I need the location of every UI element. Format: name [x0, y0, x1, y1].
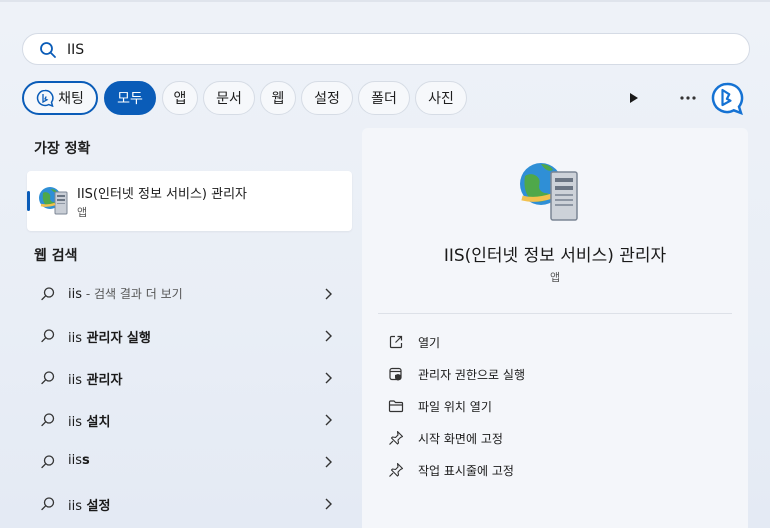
suggestion-text: 관리자 실행	[82, 331, 151, 346]
chat-filter-label: 채팅	[58, 91, 84, 107]
query-text: iis	[68, 453, 82, 468]
divider	[378, 313, 732, 314]
bing-chat-icon	[36, 89, 54, 107]
search-icon	[40, 42, 56, 58]
web-search-item-text: iis 설정	[68, 495, 110, 514]
detail-panel: IIS(인터넷 정보 서비스) 관리자 앱 열기 관리자 권한으로 실행 파일 …	[362, 128, 748, 528]
search-icon	[41, 371, 55, 385]
more-options-button[interactable]	[672, 85, 704, 111]
web-search-item[interactable]: iis - 검색 결과 더 보기	[22, 275, 352, 313]
apps-filter-label: 앱	[173, 91, 187, 107]
suggestion-text: 설정	[82, 499, 111, 514]
search-icon	[41, 329, 55, 343]
play-icon	[630, 93, 638, 103]
search-icon	[41, 455, 55, 469]
query-text: iis	[68, 499, 82, 514]
detail-type: 앱	[549, 271, 561, 284]
query-text: iis	[68, 287, 82, 302]
documents-filter-label: 문서	[216, 91, 242, 107]
pin-to-taskbar-label: 작업 표시줄에 고정	[418, 464, 514, 478]
pin-icon	[389, 462, 404, 477]
web-search-item[interactable]: iis 관리자 실행	[22, 317, 352, 355]
web-filter-label: 웹	[271, 91, 285, 107]
web-search-item-text: iis 설치	[68, 411, 110, 430]
chevron-right-icon	[325, 372, 332, 384]
window-top-edge	[0, 0, 770, 2]
folder-icon	[388, 400, 404, 413]
best-match-type: 앱	[77, 206, 88, 219]
open-action-label: 열기	[418, 336, 441, 350]
open-action[interactable]: 열기	[384, 328, 724, 356]
all-filter-chip[interactable]: 모두	[104, 81, 156, 115]
run-as-admin-label: 관리자 권한으로 실행	[418, 368, 525, 382]
chevron-right-icon	[325, 288, 332, 300]
search-box[interactable]	[22, 33, 750, 65]
search-input[interactable]	[67, 39, 727, 61]
best-match-heading: 가장 정확	[34, 141, 91, 157]
suggestion-text: - 검색 결과 더 보기	[82, 287, 183, 301]
web-search-heading: 웹 검색	[34, 248, 78, 264]
query-text: iis	[68, 331, 82, 346]
apps-filter-chip[interactable]: 앱	[162, 81, 198, 115]
web-search-item-text: iis 관리자 실행	[68, 327, 151, 346]
best-match-result[interactable]: IIS(인터넷 정보 서비스) 관리자 앱	[27, 171, 352, 231]
chat-filter-chip[interactable]: 채팅	[22, 81, 98, 115]
detail-title: IIS(인터넷 정보 서비스) 관리자	[443, 246, 667, 266]
ellipsis-icon	[680, 96, 696, 100]
documents-filter-chip[interactable]: 문서	[203, 81, 255, 115]
web-search-item-text: iis 관리자	[68, 369, 122, 388]
pin-to-taskbar-action[interactable]: 작업 표시줄에 고정	[384, 456, 724, 484]
pin-icon	[389, 430, 404, 445]
photos-filter-chip[interactable]: 사진	[415, 81, 467, 115]
web-search-item[interactable]: iiss	[22, 443, 352, 481]
pin-to-start-label: 시작 화면에 고정	[418, 432, 503, 446]
open-file-location-action[interactable]: 파일 위치 열기	[384, 392, 724, 420]
search-icon	[41, 497, 55, 511]
chevron-right-icon	[325, 456, 332, 468]
query-text: iis	[68, 415, 82, 430]
suggestion-text: 설치	[82, 415, 111, 430]
run-as-admin-icon	[389, 367, 402, 381]
search-icon	[41, 287, 55, 301]
more-filters-button[interactable]	[622, 87, 646, 109]
chevron-right-icon	[325, 330, 332, 342]
suggestion-text: 관리자	[82, 373, 123, 388]
pin-to-start-action[interactable]: 시작 화면에 고정	[384, 424, 724, 452]
selection-indicator	[27, 191, 30, 211]
bing-icon[interactable]	[710, 81, 744, 115]
iis-manager-icon	[39, 187, 68, 215]
filter-bar: 채팅 모두 앱 문서 웹 설정 폴더 사진	[22, 81, 750, 115]
web-search-item-text: iis - 검색 결과 더 보기	[68, 285, 183, 302]
chevron-right-icon	[325, 498, 332, 510]
settings-filter-label: 설정	[314, 91, 340, 107]
search-icon	[41, 413, 55, 427]
best-match-title: IIS(인터넷 정보 서비스) 관리자	[77, 187, 248, 202]
settings-filter-chip[interactable]: 설정	[301, 81, 353, 115]
web-search-item[interactable]: iis 관리자	[22, 359, 352, 397]
open-icon	[389, 335, 403, 349]
all-filter-label: 모두	[117, 91, 143, 107]
folders-filter-label: 폴더	[371, 91, 397, 107]
open-file-location-label: 파일 위치 열기	[418, 400, 492, 414]
web-search-item[interactable]: iis 설치	[22, 401, 352, 439]
photos-filter-label: 사진	[428, 91, 454, 107]
run-as-admin-action[interactable]: 관리자 권한으로 실행	[384, 360, 724, 388]
web-search-item[interactable]: iis 설정	[22, 485, 352, 523]
folders-filter-chip[interactable]: 폴더	[358, 81, 410, 115]
web-search-item-text: iiss	[68, 453, 90, 468]
query-text: iis	[68, 373, 82, 388]
suggestion-text: s	[82, 453, 90, 468]
iis-manager-icon	[520, 163, 578, 221]
chevron-right-icon	[325, 414, 332, 426]
web-filter-chip[interactable]: 웹	[260, 81, 296, 115]
